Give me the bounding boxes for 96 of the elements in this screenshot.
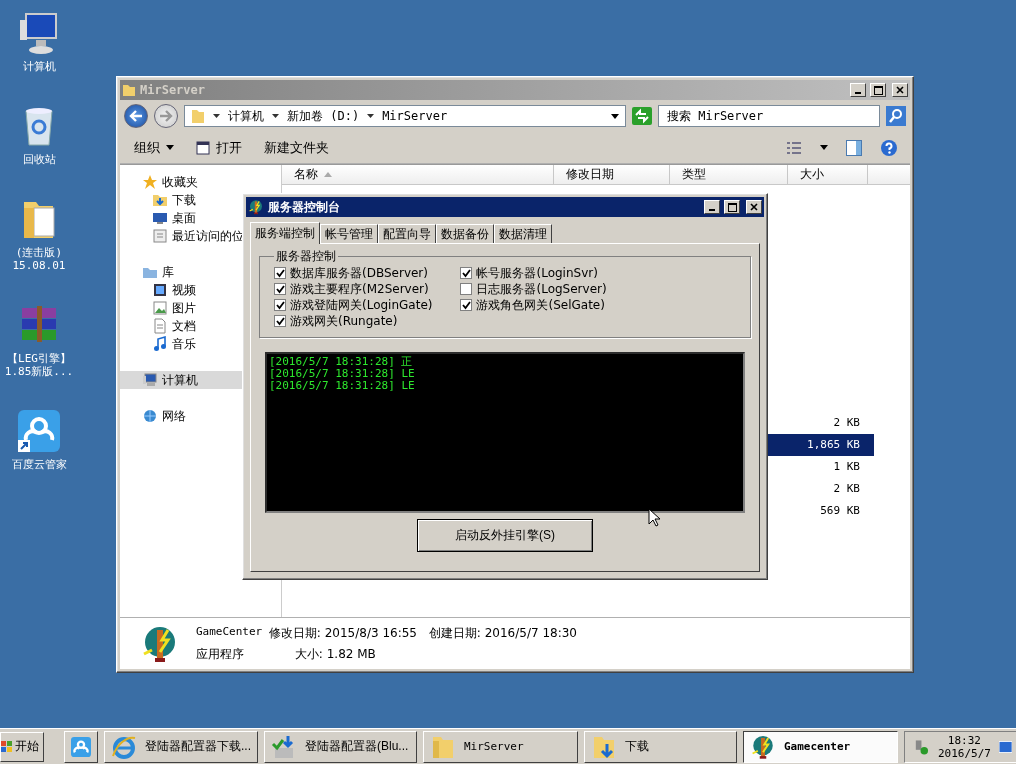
tab[interactable]: 数据清理 (494, 224, 552, 243)
search-icon[interactable] (886, 106, 906, 126)
desktop-icon-label[interactable]: 【LEG引擎】 1.85新版... (4, 352, 74, 378)
window-title: MirServer (140, 83, 207, 97)
checkbox[interactable]: 日志服务器(LogServer) (460, 281, 607, 297)
music-note-icon (152, 336, 168, 352)
file-name: GameCenter (196, 624, 264, 640)
picture-icon (152, 300, 168, 316)
file-size: 1,865 KB (806, 437, 861, 453)
caret-icon (611, 113, 619, 119)
breadcrumb-item[interactable]: 新加卷 (D:) (287, 107, 360, 125)
windows-flag-icon (1, 740, 13, 753)
back-arrow-icon (129, 110, 143, 122)
caret-icon (213, 114, 220, 118)
caret-icon (166, 145, 174, 150)
maximize-icon (727, 202, 737, 212)
column-header[interactable]: 大小 (788, 165, 868, 185)
tab[interactable]: 服务端控制 (250, 222, 320, 244)
taskbar-button[interactable]: Gamecenter (743, 730, 898, 763)
app-logo-icon (248, 199, 264, 215)
group-title: 服务器控制 (275, 248, 337, 265)
checkbox[interactable]: 游戏主要程序(M2Server) (274, 281, 433, 297)
computer-icon (142, 372, 158, 388)
app-logo-icon (750, 733, 776, 760)
column-header[interactable]: 修改日期 (554, 165, 670, 185)
close-button[interactable] (892, 83, 908, 97)
show-desktop-icon[interactable] (998, 740, 1012, 753)
maximize-button[interactable] (724, 200, 740, 214)
desktop-icon-label[interactable]: 百度云管家 (11, 458, 67, 471)
caret-icon[interactable] (820, 145, 828, 150)
desktop-icon (152, 210, 168, 226)
modified-date: 修改日期: 2015/8/3 16:55 (268, 624, 418, 642)
file-type: 应用程序 (196, 645, 245, 663)
tab[interactable]: 帐号管理 (320, 224, 378, 243)
network-icon (142, 408, 158, 424)
header-filler (868, 165, 910, 185)
window-title: 服务器控制台 (268, 198, 341, 216)
start-button[interactable]: 开始 (0, 731, 44, 762)
check-mark-icon (462, 268, 471, 278)
toolbar-button[interactable]: 新建文件夹 (262, 136, 331, 159)
help-icon[interactable] (880, 138, 898, 157)
tab[interactable]: 数据备份 (436, 224, 494, 243)
clock[interactable]: 18:32 2016/5/7 (937, 733, 991, 760)
taskbar-button[interactable]: 登陆器配置器(Blu... (264, 730, 417, 763)
maximize-icon (873, 85, 883, 95)
forward-arrow-icon (159, 110, 173, 122)
document-icon (152, 318, 168, 334)
caret-icon (367, 114, 375, 118)
view-list-icon[interactable] (786, 140, 802, 155)
search-field[interactable]: 搜索 MirServer (658, 105, 880, 127)
column-header[interactable]: 类型 (670, 165, 788, 185)
desktop-icon-label[interactable]: (连击版) 15.08.01 (12, 246, 66, 272)
file-size: 569 KB (819, 503, 861, 519)
column-header[interactable]: 名称 (282, 165, 554, 185)
desktop-icon-label[interactable]: 计算机 (22, 60, 56, 73)
tab[interactable]: 配置向导 (378, 224, 436, 243)
file-size: 2 KB (832, 415, 861, 431)
folder-icon (122, 83, 136, 97)
log-line: [2016/5/7 18:31:28] 正 (269, 356, 414, 368)
window-icon (196, 140, 210, 155)
close-icon (896, 86, 904, 94)
checkbox[interactable]: 帐号服务器(LoginSvr) (460, 265, 607, 281)
breadcrumb-item[interactable]: MirServer (382, 109, 448, 123)
recent-places-icon (152, 228, 168, 244)
maximize-button[interactable] (870, 83, 886, 97)
preview-pane-icon[interactable] (846, 139, 862, 156)
file-size: 1 KB (832, 459, 861, 475)
taskbar-button[interactable] (64, 730, 98, 763)
nav-item[interactable]: 音乐 (120, 335, 281, 353)
checkbox[interactable]: 游戏角色网关(SelGate) (460, 297, 607, 313)
file-size: 大小: 1.82 MB (293, 645, 377, 663)
close-icon (750, 203, 758, 211)
nav-item[interactable]: 收藏夹 (120, 173, 281, 191)
taskbar-button[interactable]: 登陆器配置器下载... (104, 730, 258, 763)
star-icon (142, 174, 158, 190)
video-icon (152, 282, 168, 298)
file-size: 2 KB (832, 481, 861, 497)
download-folder-icon (152, 192, 168, 208)
taskbar-button[interactable]: 下载 (584, 730, 737, 763)
taskbar-button[interactable]: MirServer (423, 730, 578, 763)
refresh-icon[interactable] (632, 107, 652, 125)
breadcrumb-item[interactable]: 计算机 (228, 107, 264, 125)
back-button[interactable] (124, 104, 148, 128)
minimize-button[interactable] (704, 200, 720, 214)
minimize-button[interactable] (850, 83, 866, 97)
desktop-icon-label[interactable]: 回收站 (22, 153, 56, 166)
check-mark-icon (462, 300, 471, 310)
start-engine-button[interactable]: 启动反外挂引擎(S) (417, 519, 593, 552)
forward-button[interactable] (154, 104, 178, 128)
caret-icon (272, 114, 279, 118)
toolbar-button[interactable]: 组织 (132, 136, 176, 159)
address-bar[interactable]: 计算机 新加卷 (D:) MirServer (184, 105, 626, 127)
created-date: 创建日期: 2016/5/7 18:30 (428, 624, 577, 642)
close-button[interactable] (746, 200, 762, 214)
folder-icon (191, 108, 205, 124)
toolbar-button[interactable]: 打开 (194, 136, 244, 159)
